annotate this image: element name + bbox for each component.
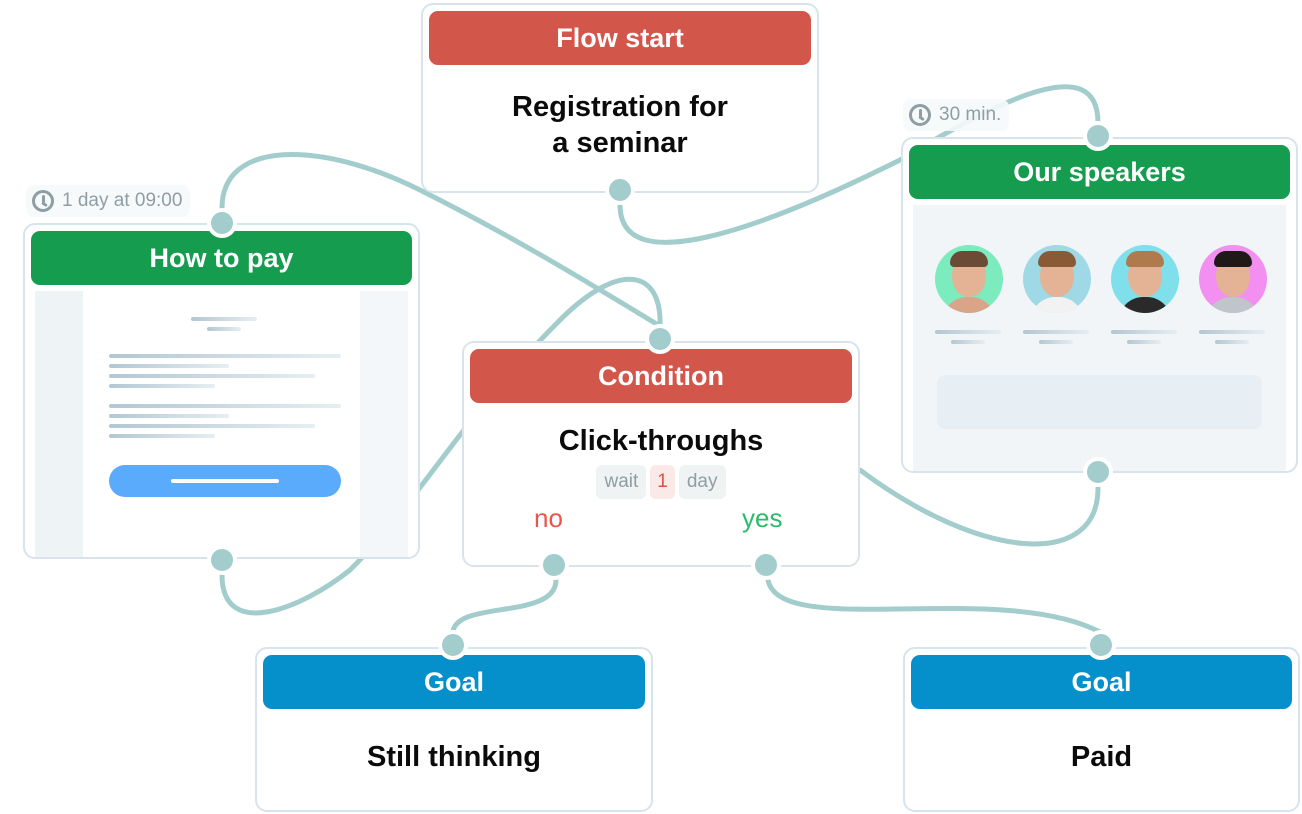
placeholder-line	[109, 384, 215, 388]
placeholder-line	[109, 354, 341, 358]
port-condition-in[interactable]	[645, 324, 675, 354]
port-how-to-pay-in[interactable]	[207, 208, 237, 238]
speaker-role-placeholder	[1215, 340, 1249, 344]
speaker-avatar	[1023, 245, 1091, 313]
placeholder-line	[109, 434, 215, 438]
node-title: Still thinking	[367, 741, 541, 773]
email-cta-button	[109, 465, 341, 497]
title-line-2: a seminar	[552, 127, 688, 159]
node-type-header: How to pay	[31, 231, 412, 285]
branch-label-yes: yes	[742, 503, 783, 533]
node-how-to-pay[interactable]: How to pay	[23, 223, 420, 559]
delay-text: 30 min.	[939, 104, 1002, 125]
placeholder-line	[109, 364, 229, 368]
node-type-header: Condition	[470, 349, 852, 403]
node-type-header: Goal	[263, 655, 645, 709]
node-our-speakers[interactable]: Our speakers	[901, 137, 1298, 473]
placeholder-line	[109, 424, 315, 428]
port-our-speakers-in[interactable]	[1083, 121, 1113, 151]
node-type-header: Our speakers	[909, 145, 1290, 199]
node-title: Registration for a seminar	[423, 89, 817, 161]
node-condition[interactable]: Condition Click-throughs wait 1 day no y…	[462, 341, 860, 567]
port-goal-still-thinking-in[interactable]	[438, 630, 468, 660]
delay-badge-our-speakers: 30 min.	[903, 99, 1010, 131]
node-type-header: Goal	[911, 655, 1292, 709]
delay-text: 1 day at 09:00	[62, 190, 183, 211]
placeholder-line	[207, 327, 241, 331]
placeholder-line	[109, 374, 315, 378]
speaker-role-placeholder	[1039, 340, 1073, 344]
placeholder-line	[109, 414, 229, 418]
wait-label: wait	[596, 465, 647, 499]
node-type-header: Flow start	[429, 11, 811, 65]
branch-label-no: no	[534, 503, 563, 533]
wait-unit: day	[678, 465, 726, 499]
port-our-speakers-out[interactable]	[1083, 457, 1113, 487]
speaker-avatar	[935, 245, 1003, 313]
port-how-to-pay-out[interactable]	[207, 545, 237, 575]
wait-value[interactable]: 1	[650, 465, 675, 499]
email-preview	[35, 291, 408, 557]
speaker-avatar	[1111, 245, 1179, 313]
placeholder-line	[191, 317, 257, 321]
speaker-avatar	[1199, 245, 1267, 313]
delay-badge-how-to-pay: 1 day at 09:00	[26, 185, 191, 217]
placeholder-line	[109, 404, 341, 408]
speaker-name-placeholder	[1199, 330, 1265, 334]
node-goal-still-thinking[interactable]: Goal Still thinking	[255, 647, 653, 812]
node-flow-start[interactable]: Flow start Registration for a seminar	[421, 3, 819, 193]
speaker-name-placeholder	[1111, 330, 1177, 334]
speakers-preview	[913, 205, 1286, 471]
port-goal-paid-in[interactable]	[1086, 630, 1116, 660]
connector-speakers-to-condition	[857, 467, 1101, 547]
node-title: Click-throughs	[558, 425, 764, 457]
speaker-role-placeholder	[951, 340, 985, 344]
speaker-role-placeholder	[1127, 340, 1161, 344]
clock-icon	[909, 104, 931, 126]
wait-setting: wait 1 day	[464, 465, 858, 499]
port-flow-start-out[interactable]	[605, 175, 635, 205]
connector-yes-to-paid	[765, 577, 1103, 635]
clock-icon	[32, 190, 54, 212]
port-condition-no-out[interactable]	[539, 550, 569, 580]
connector-no-to-still-thinking	[450, 577, 559, 635]
speaker-name-placeholder	[1023, 330, 1089, 334]
node-title: Paid	[1070, 741, 1133, 773]
speaker-name-placeholder	[935, 330, 1001, 334]
port-condition-yes-out[interactable]	[751, 550, 781, 580]
title-line-1: Registration for	[512, 91, 728, 123]
node-goal-paid[interactable]: Goal Paid	[903, 647, 1300, 812]
placeholder-block	[937, 375, 1262, 429]
